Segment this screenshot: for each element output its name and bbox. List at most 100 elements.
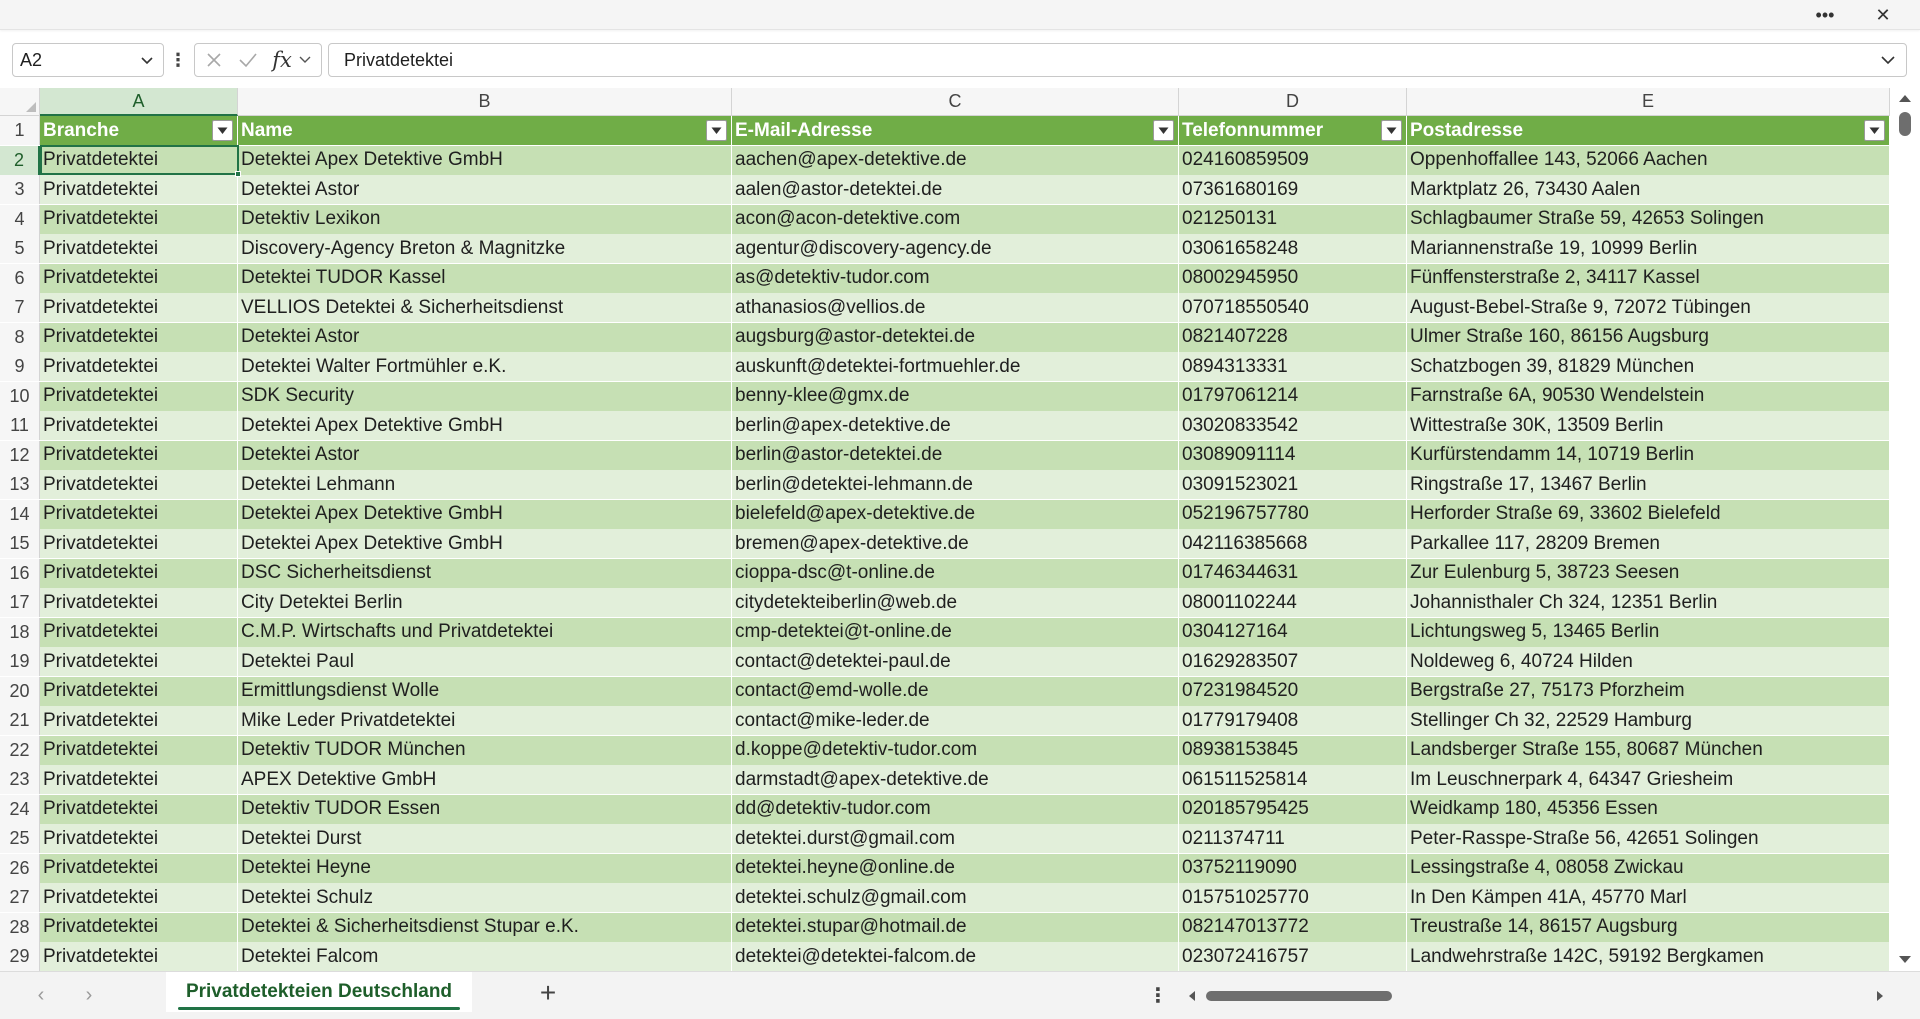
- cell-postadresse[interactable]: August-Bebel-Straße 9, 72072 Tübingen: [1407, 293, 1890, 322]
- cell-postadresse[interactable]: Ulmer Straße 160, 86156 Augsburg: [1407, 322, 1890, 352]
- sheet-options-icon[interactable]: ⋮: [1148, 982, 1168, 1008]
- cell-email[interactable]: benny-klee@gmx.de: [732, 381, 1179, 411]
- cell-email[interactable]: darmstadt@apex-detektive.de: [732, 765, 1179, 794]
- cell-email[interactable]: detektei.heyne@online.de: [732, 853, 1179, 883]
- formula-bar-options-icon[interactable]: ⋮: [169, 45, 187, 75]
- cell-telefon[interactable]: 08001102244: [1179, 588, 1407, 617]
- cell-name[interactable]: Detektei Astor: [238, 175, 732, 204]
- cell-postadresse[interactable]: Marktplatz 26, 73430 Aalen: [1407, 175, 1890, 204]
- cell-telefon[interactable]: 03020833542: [1179, 411, 1407, 440]
- cell-branche[interactable]: Privatdetektei: [40, 942, 238, 971]
- formula-input[interactable]: Privatdetektei: [328, 43, 1907, 77]
- cell-name[interactable]: Detektei Heyne: [238, 853, 732, 883]
- row-header[interactable]: 24: [0, 794, 40, 824]
- cell-branche[interactable]: Privatdetektei: [40, 794, 238, 824]
- cell-telefon[interactable]: 08002945950: [1179, 263, 1407, 293]
- cell-name[interactable]: Mike Leder Privatdetektei: [238, 706, 732, 735]
- cell-branche[interactable]: Privatdetektei: [40, 499, 238, 529]
- cell-postadresse[interactable]: Mariannenstraße 19, 10999 Berlin: [1407, 234, 1890, 263]
- cell-telefon[interactable]: 07231984520: [1179, 676, 1407, 706]
- cell-telefon[interactable]: 023072416757: [1179, 942, 1407, 971]
- cell-telefon[interactable]: 042116385668: [1179, 529, 1407, 558]
- header-cell-postadresse[interactable]: Postadresse: [1407, 116, 1890, 145]
- cell-email[interactable]: detektei.durst@gmail.com: [732, 824, 1179, 853]
- cell-name[interactable]: APEX Detektive GmbH: [238, 765, 732, 794]
- cell-name[interactable]: Detektei Apex Detektive GmbH: [238, 499, 732, 529]
- cell-telefon[interactable]: 01779179408: [1179, 706, 1407, 735]
- chevron-down-icon[interactable]: [139, 50, 155, 70]
- cell-postadresse[interactable]: Farnstraße 6A, 90530 Wendelstein: [1407, 381, 1890, 411]
- cell-postadresse[interactable]: Landsberger Straße 155, 80687 München: [1407, 735, 1890, 765]
- cell-telefon[interactable]: 020185795425: [1179, 794, 1407, 824]
- column-header-b[interactable]: B: [238, 88, 732, 116]
- cell-name[interactable]: Detektiv TUDOR Essen: [238, 794, 732, 824]
- cell-postadresse[interactable]: Herforder Straße 69, 33602 Bielefeld: [1407, 499, 1890, 529]
- cell-telefon[interactable]: 0894313331: [1179, 352, 1407, 381]
- cell-branche[interactable]: Privatdetektei: [40, 912, 238, 942]
- cell-email[interactable]: detektei@detektei-falcom.de: [732, 942, 1179, 971]
- cell-telefon[interactable]: 070718550540: [1179, 293, 1407, 322]
- cell-email[interactable]: berlin@apex-detektive.de: [732, 411, 1179, 440]
- cell-telefon[interactable]: 01629283507: [1179, 647, 1407, 676]
- cell-email[interactable]: aalen@astor-detektei.de: [732, 175, 1179, 204]
- cell-email[interactable]: athanasios@vellios.de: [732, 293, 1179, 322]
- cell-name[interactable]: Detektei Apex Detektive GmbH: [238, 145, 732, 175]
- add-sheet-button[interactable]: +: [533, 977, 563, 1008]
- cancel-icon[interactable]: [199, 44, 229, 76]
- cell-name[interactable]: Detektei Astor: [238, 322, 732, 352]
- cell-branche[interactable]: Privatdetektei: [40, 588, 238, 617]
- cell-name[interactable]: VELLIOS Detektei & Sicherheitsdienst: [238, 293, 732, 322]
- row-header[interactable]: 13: [0, 470, 40, 499]
- cell-email[interactable]: aachen@apex-detektive.de: [732, 145, 1179, 175]
- cell-name[interactable]: Detektiv TUDOR München: [238, 735, 732, 765]
- cell-branche[interactable]: Privatdetektei: [40, 765, 238, 794]
- cell-email[interactable]: acon@acon-detektive.com: [732, 204, 1179, 234]
- cell-postadresse[interactable]: Peter-Rasspe-Straße 56, 42651 Solingen: [1407, 824, 1890, 853]
- cell-email[interactable]: contact@emd-wolle.de: [732, 676, 1179, 706]
- cell-branche[interactable]: Privatdetektei: [40, 883, 238, 912]
- vertical-scroll-thumb[interactable]: [1899, 112, 1911, 136]
- cell-email[interactable]: agentur@discovery-agency.de: [732, 234, 1179, 263]
- cell-postadresse[interactable]: In Den Kämpen 41A, 45770 Marl: [1407, 883, 1890, 912]
- cell-email[interactable]: berlin@detektei-lehmann.de: [732, 470, 1179, 499]
- cell-postadresse[interactable]: Im Leuschnerpark 4, 64347 Griesheim: [1407, 765, 1890, 794]
- horizontal-scroll-thumb[interactable]: [1206, 991, 1392, 1001]
- cell-branche[interactable]: Privatdetektei: [40, 204, 238, 234]
- cell-postadresse[interactable]: Johannisthaler Ch 324, 12351 Berlin: [1407, 588, 1890, 617]
- cell-name[interactable]: Detektei Apex Detektive GmbH: [238, 529, 732, 558]
- cell-email[interactable]: contact@detektei-paul.de: [732, 647, 1179, 676]
- row-header[interactable]: 23: [0, 765, 40, 794]
- row-header[interactable]: 6: [0, 263, 40, 293]
- filter-dropdown-icon[interactable]: [212, 120, 233, 141]
- cell-name[interactable]: Detektei Walter Fortmühler e.K.: [238, 352, 732, 381]
- row-header[interactable]: 11: [0, 411, 40, 440]
- cell-name[interactable]: Detektei & Sicherheitsdienst Stupar e.K.: [238, 912, 732, 942]
- cell-postadresse[interactable]: Kurfürstendamm 14, 10719 Berlin: [1407, 440, 1890, 470]
- cell-branche[interactable]: Privatdetektei: [40, 647, 238, 676]
- cell-branche[interactable]: Privatdetektei: [40, 293, 238, 322]
- cell-name[interactable]: Detektei Astor: [238, 440, 732, 470]
- cell-telefon[interactable]: 07361680169: [1179, 175, 1407, 204]
- cell-name[interactable]: SDK Security: [238, 381, 732, 411]
- row-header[interactable]: 12: [0, 440, 40, 470]
- expand-formula-icon[interactable]: [1878, 50, 1898, 70]
- cell-name[interactable]: Detektei Falcom: [238, 942, 732, 971]
- cell-postadresse[interactable]: Lessingstraße 4, 08058 Zwickau: [1407, 853, 1890, 883]
- cell-branche[interactable]: Privatdetektei: [40, 175, 238, 204]
- cell-postadresse[interactable]: Treustraße 14, 86157 Augsburg: [1407, 912, 1890, 942]
- next-sheet-icon[interactable]: ›: [74, 982, 104, 1008]
- cell-branche[interactable]: Privatdetektei: [40, 558, 238, 588]
- cell-email[interactable]: cioppa-dsc@t-online.de: [732, 558, 1179, 588]
- cell-email[interactable]: citydetekteiberlin@web.de: [732, 588, 1179, 617]
- cell-email[interactable]: bielefeld@apex-detektive.de: [732, 499, 1179, 529]
- row-header[interactable]: 18: [0, 617, 40, 647]
- filter-dropdown-icon[interactable]: [706, 120, 727, 141]
- cell-name[interactable]: Detektei Paul: [238, 647, 732, 676]
- cell-postadresse[interactable]: Stellinger Ch 32, 22529 Hamburg: [1407, 706, 1890, 735]
- row-header[interactable]: 2: [0, 145, 40, 175]
- cell-telefon[interactable]: 0304127164: [1179, 617, 1407, 647]
- row-header[interactable]: 28: [0, 912, 40, 942]
- cell-telefon[interactable]: 0821407228: [1179, 322, 1407, 352]
- row-header[interactable]: 26: [0, 853, 40, 883]
- cell-postadresse[interactable]: Lichtungsweg 5, 13465 Berlin: [1407, 617, 1890, 647]
